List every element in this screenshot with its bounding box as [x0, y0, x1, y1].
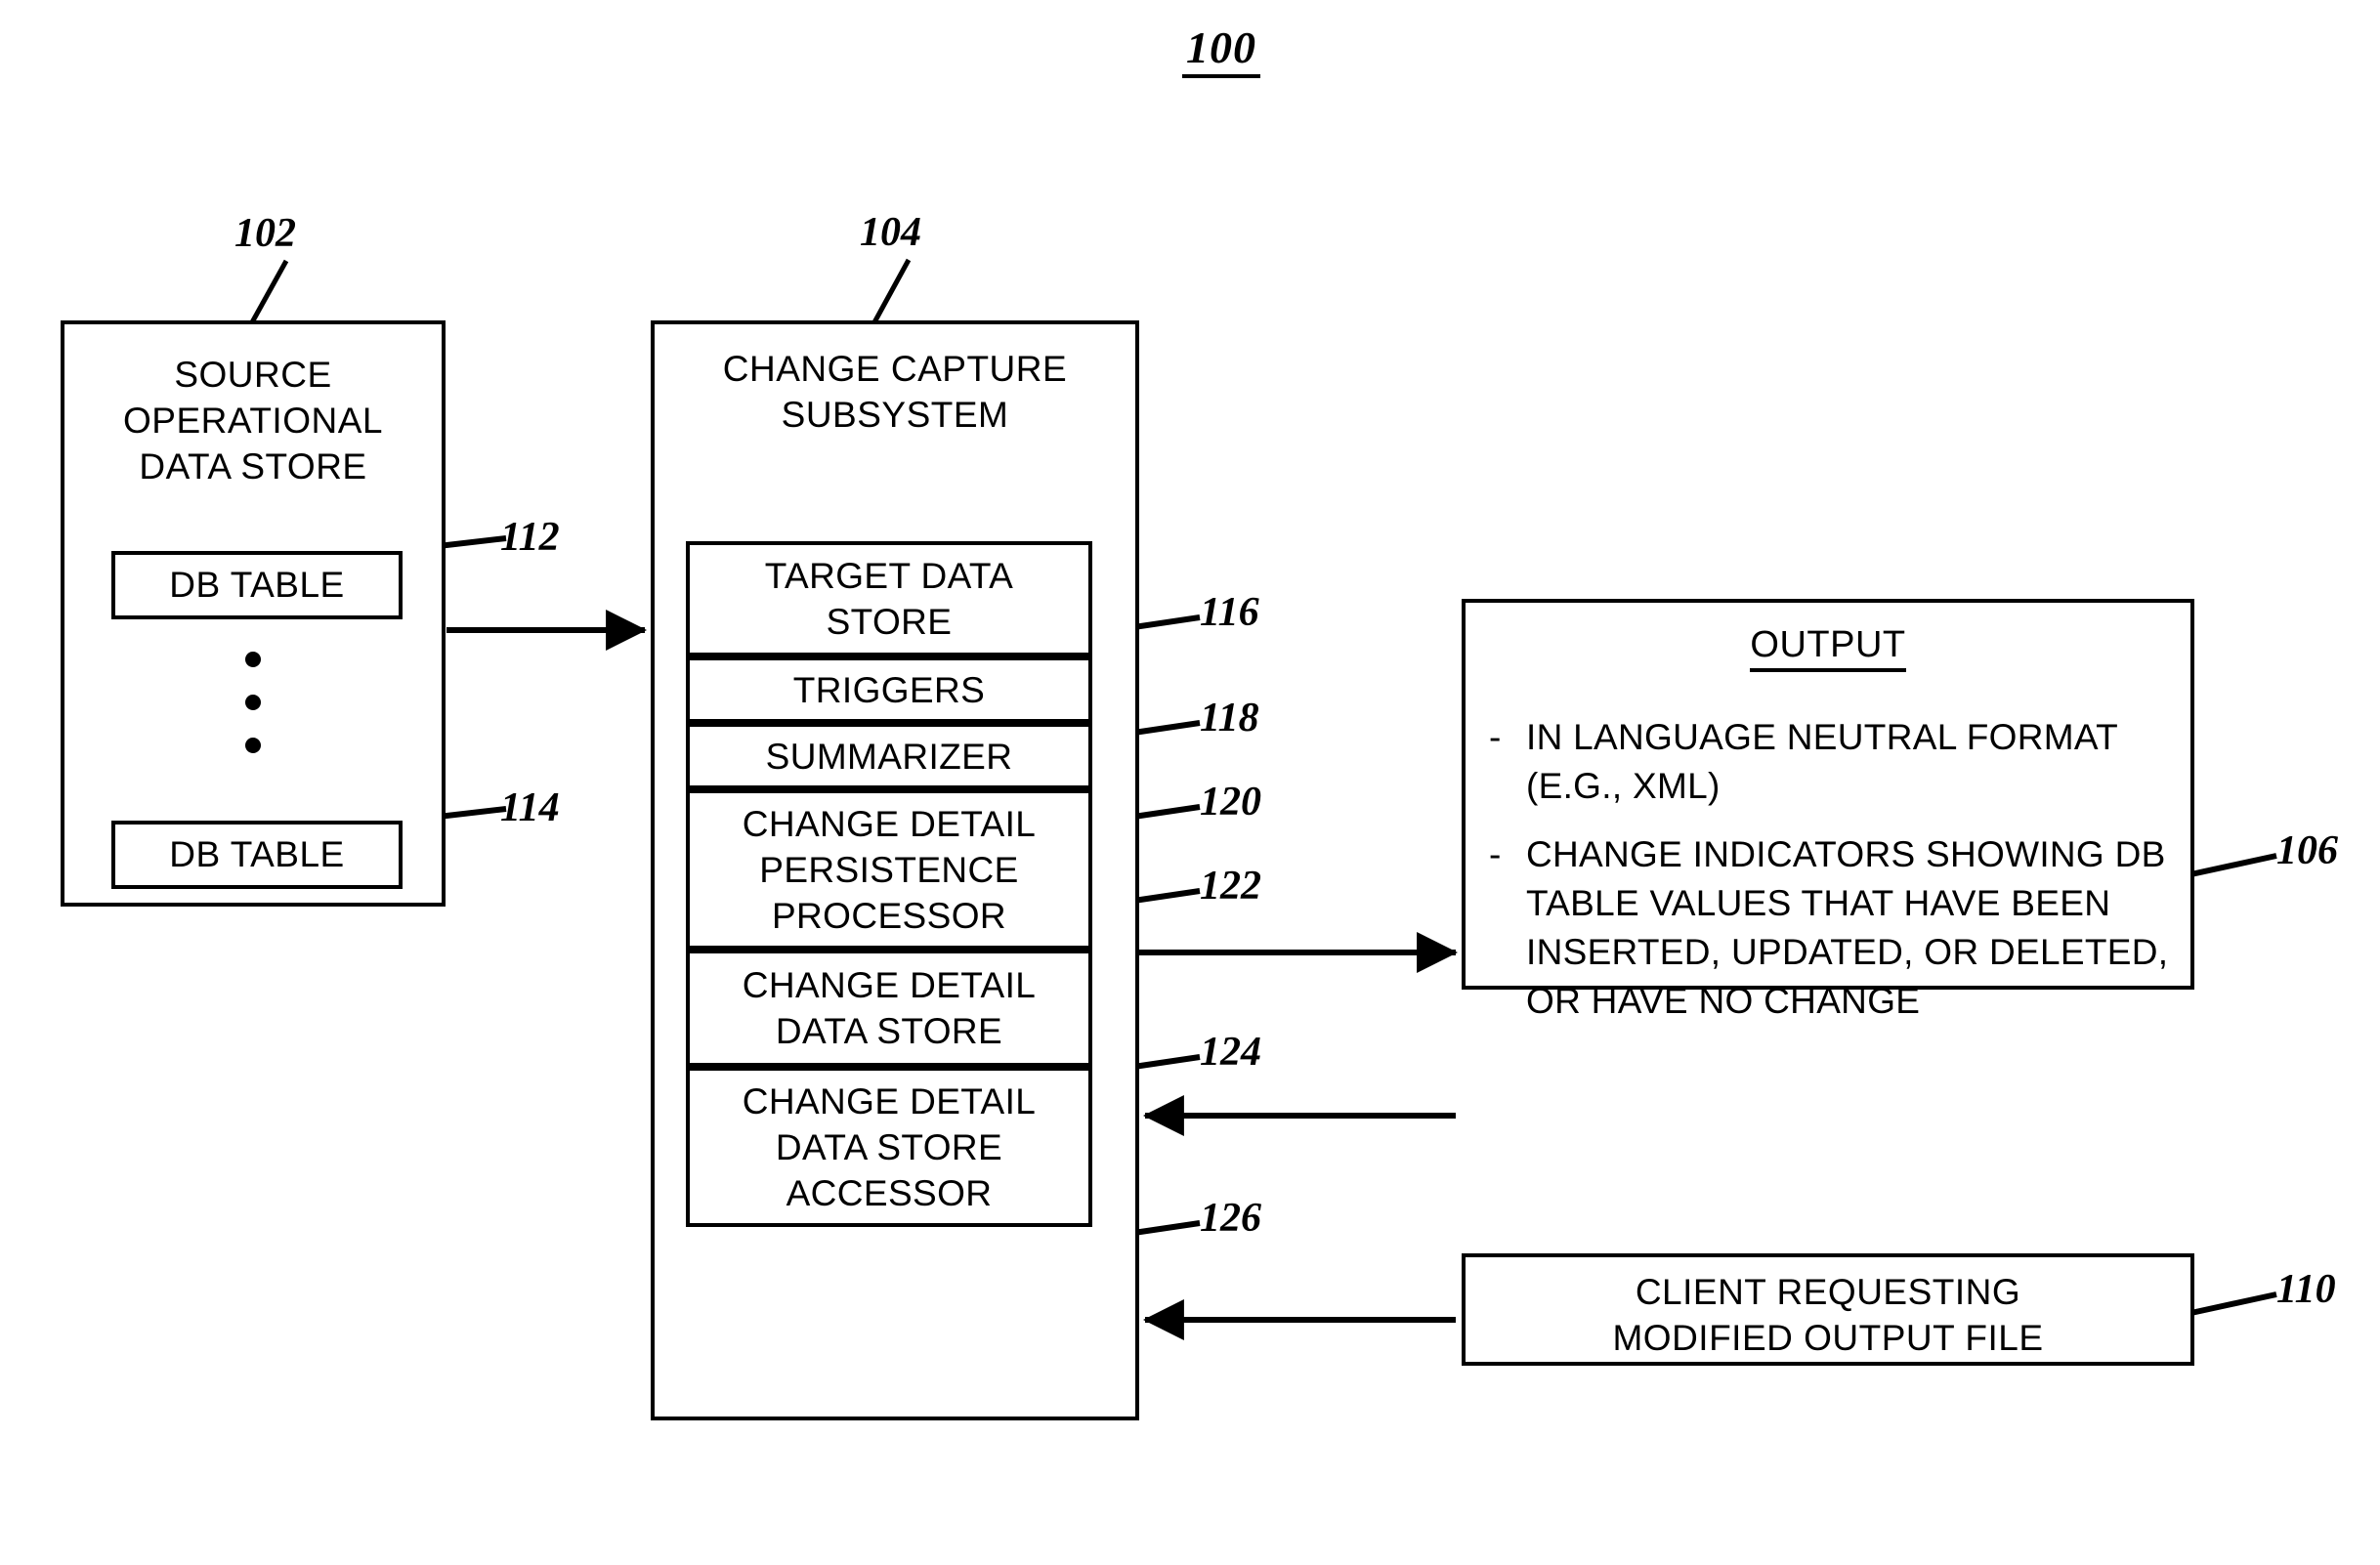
ellipsis-dot	[245, 695, 261, 710]
ref-124: 124	[1200, 1030, 1261, 1075]
db-table-top: DB TABLE	[111, 551, 403, 619]
ref-122: 122	[1200, 864, 1261, 909]
target-data-store-row: TARGET DATA STORE	[686, 541, 1092, 656]
change-capture-subsystem-box: CHANGE CAPTURE SUBSYSTEM TARGET DATA STO…	[651, 320, 1139, 1420]
ref-106: 106	[2276, 828, 2338, 873]
bullet-text: IN LANGUAGE NEUTRAL FORMAT (E.G., XML)	[1526, 717, 2118, 806]
change-detail-persistence-processor-row: CHANGE DETAIL PERSISTENCE PROCESSOR	[686, 789, 1092, 950]
ellipsis-dot	[245, 652, 261, 667]
output-bullet-1: - IN LANGUAGE NEUTRAL FORMAT (E.G., XML)	[1489, 713, 2177, 811]
ref-112: 112	[500, 515, 560, 560]
ref-116: 116	[1200, 590, 1259, 635]
bullet-marker: -	[1489, 717, 1502, 757]
output-heading: OUTPUT	[1466, 624, 2190, 672]
db-table-bottom-label: DB TABLE	[169, 834, 345, 874]
output-bullet-2: - CHANGE INDICATORS SHOWING DB TABLE VAL…	[1489, 830, 2177, 1026]
client-label: CLIENT REQUESTING MODIFIED OUTPUT FILE	[1612, 1272, 2044, 1358]
db-table-top-label: DB TABLE	[169, 565, 345, 605]
change-capture-subsystem-title: CHANGE CAPTURE SUBSYSTEM	[722, 349, 1068, 435]
summarizer-row: SUMMARIZER	[686, 723, 1092, 789]
change-detail-data-store-accessor-row: CHANGE DETAIL DATA STORE ACCESSOR	[686, 1067, 1092, 1227]
ref-110: 110	[2276, 1267, 2336, 1312]
ref-120: 120	[1200, 780, 1261, 825]
output-box: OUTPUT - IN LANGUAGE NEUTRAL FORMAT (E.G…	[1462, 599, 2194, 1021]
ref-126: 126	[1200, 1196, 1261, 1241]
ref-102: 102	[234, 211, 296, 256]
db-table-bottom: DB TABLE	[111, 821, 403, 889]
change-detail-data-store-row: CHANGE DETAIL DATA STORE	[686, 950, 1092, 1067]
client-box: CLIENT REQUESTING MODIFIED OUTPUT FILE	[1462, 1253, 2194, 1366]
ellipsis-dot	[245, 738, 261, 753]
source-store-title: SOURCE OPERATIONAL DATA STORE	[123, 355, 383, 486]
ellipsis-dots	[64, 652, 442, 753]
ref-114: 114	[500, 785, 560, 830]
bullet-marker: -	[1489, 834, 1502, 874]
bullet-text: CHANGE INDICATORS SHOWING DB TABLE VALUE…	[1526, 834, 2169, 1021]
ref-118: 118	[1200, 696, 1259, 740]
triggers-row: TRIGGERS	[686, 656, 1092, 723]
source-operational-data-store-box: SOURCE OPERATIONAL DATA STORE DB TABLE D…	[61, 320, 446, 907]
ref-104: 104	[860, 210, 921, 255]
